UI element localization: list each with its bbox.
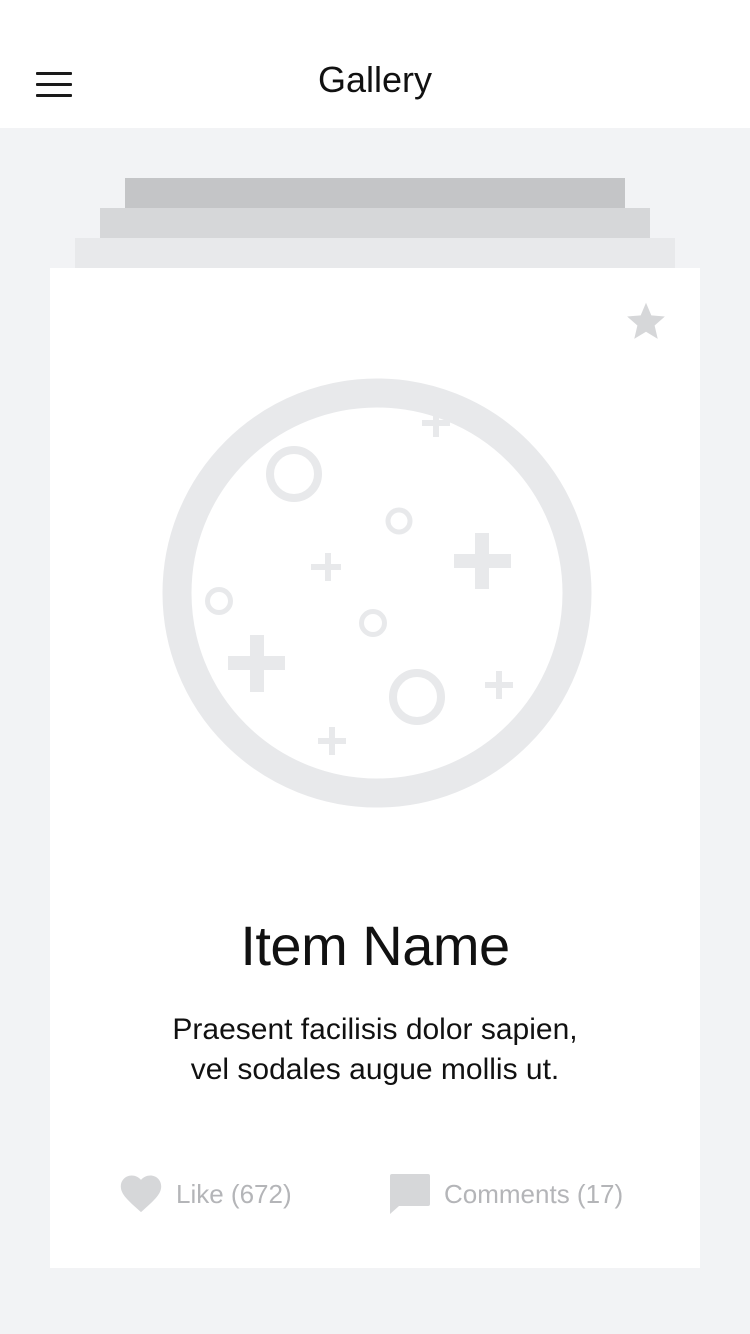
page-title: Gallery (317, 59, 433, 100)
star-icon[interactable] (624, 300, 668, 344)
item-name: Item Name (240, 914, 510, 977)
image-placeholder-icon (162, 378, 592, 808)
item-description-line-2: vel sodales augue mollis ut. (190, 1053, 560, 1086)
stacked-card-layer-front (75, 238, 675, 268)
comment-icon (390, 1174, 430, 1214)
stacked-card-layer-back (125, 178, 625, 208)
comments-count-label: Comments (17) (444, 1178, 624, 1209)
app-header: Gallery (0, 0, 750, 128)
item-description-line-1: Praesent facilisis dolor sapien, (172, 1013, 578, 1046)
item-description: Praesent facilisis dolor sapien, vel sod… (125, 1010, 625, 1090)
comments-button[interactable]: Comments (17) (388, 1168, 623, 1220)
like-button[interactable]: Like (672) (120, 1168, 292, 1220)
heart-icon (120, 1175, 162, 1213)
stacked-card-layer-middle (100, 208, 650, 238)
gallery-card[interactable]: Item Name Praesent facilisis dolor sapie… (50, 268, 700, 1268)
like-count-label: Like (672) (176, 1178, 292, 1209)
